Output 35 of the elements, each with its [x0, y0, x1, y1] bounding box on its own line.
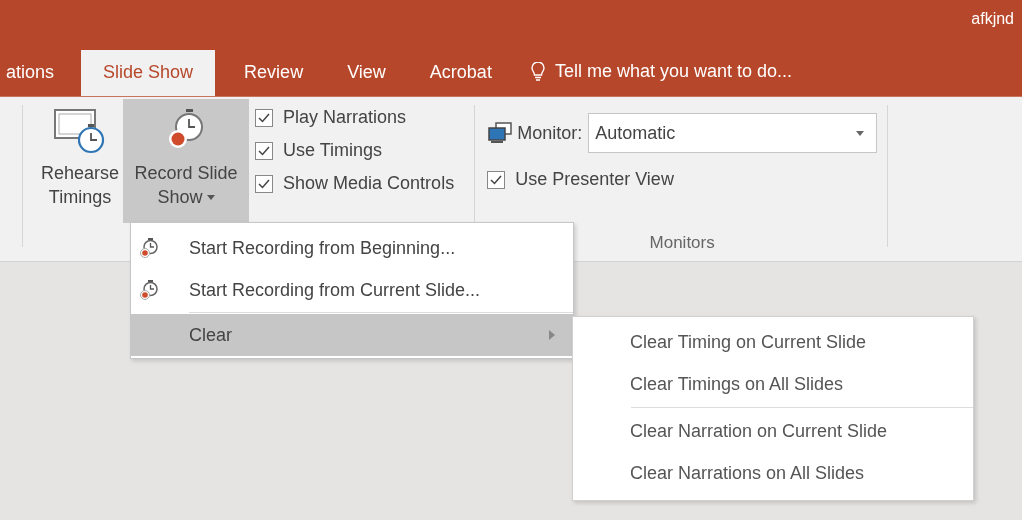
- ribbon-tab[interactable]: ations: [0, 50, 70, 96]
- ribbon-tab[interactable]: Slide Show: [81, 50, 216, 96]
- lightbulb-icon: [530, 62, 545, 82]
- menu-item[interactable]: Clear Timing on Current Slide: [573, 321, 973, 363]
- screen-stopwatch-icon: [53, 107, 107, 155]
- checkbox-option[interactable]: Play Narrations: [255, 107, 455, 128]
- rehearse-timings-button[interactable]: Rehearse Timings: [37, 99, 124, 223]
- checkbox[interactable]: [255, 141, 274, 160]
- submenu-arrow-icon: [549, 330, 555, 340]
- monitors-icon: [487, 122, 514, 144]
- checkbox[interactable]: [487, 170, 506, 189]
- record-stopwatch-icon: [139, 279, 159, 301]
- checkbox-option[interactable]: Use Presenter View: [487, 169, 878, 190]
- menu-item[interactable]: Clear: [131, 314, 573, 356]
- ribbon-tab[interactable]: View: [332, 50, 401, 96]
- menu-item[interactable]: Clear Timings on All Slides: [573, 363, 973, 405]
- checkbox-option[interactable]: Show Media Controls: [255, 173, 455, 194]
- menu-item[interactable]: Clear Narrations on All Slides: [573, 452, 973, 494]
- record-slide-show-button[interactable]: Record Slide Show: [123, 99, 250, 223]
- checkbox[interactable]: [255, 174, 274, 193]
- menu-item[interactable]: Clear Narration on Current Slide: [573, 410, 973, 452]
- caret-icon: [856, 130, 865, 136]
- menu-item[interactable]: Start Recording from Current Slide...: [131, 269, 573, 311]
- group-label: Monitors: [649, 233, 715, 253]
- ribbon-tab[interactable]: Acrobat: [414, 50, 507, 96]
- record-stopwatch-icon: [139, 237, 159, 259]
- user-name[interactable]: afkjnd: [971, 0, 1022, 28]
- caret-icon: [206, 194, 215, 200]
- monitor-label: Monitor:: [517, 122, 583, 144]
- tell-me-field[interactable]: Tell me what you want to do...: [520, 50, 792, 96]
- monitor-dropdown[interactable]: Automatic: [588, 113, 878, 153]
- checkbox[interactable]: [255, 108, 274, 127]
- menu-item[interactable]: Start Recording from Beginning...: [131, 227, 573, 269]
- ribbon-tab[interactable]: Review: [229, 50, 319, 96]
- checkbox-option[interactable]: Use Timings: [255, 140, 455, 161]
